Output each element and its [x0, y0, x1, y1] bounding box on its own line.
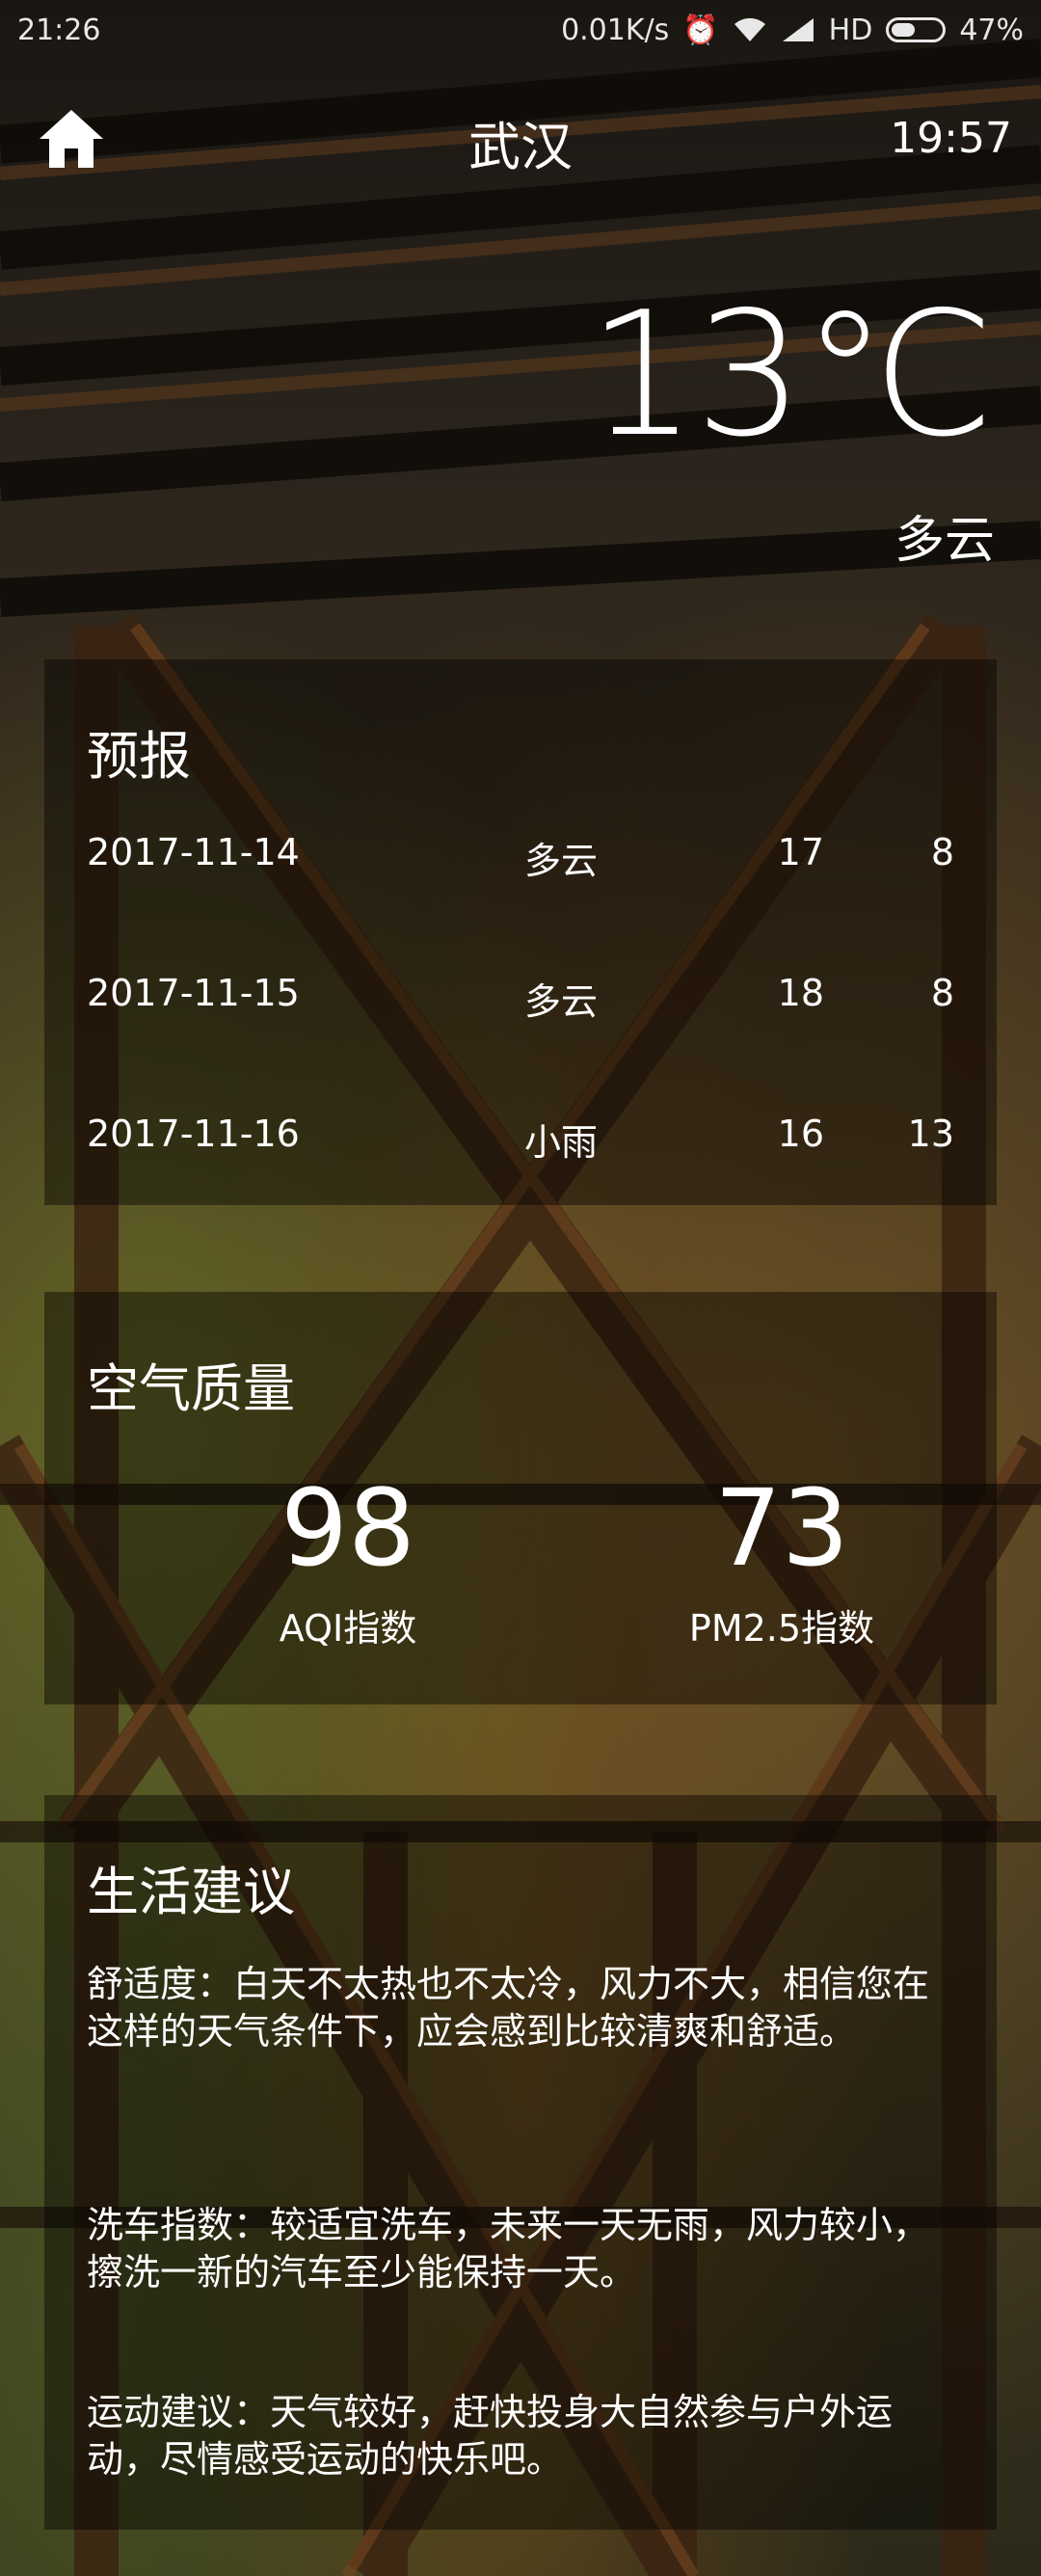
network-type: HD	[828, 13, 873, 47]
suggestion-panel: 生活建议 舒适度：白天不太热也不太冷，风力不大，相信您在这样的天气条件下，应会感…	[44, 1795, 997, 2530]
forecast-date: 2017-11-15	[87, 972, 300, 1014]
battery-fill	[892, 23, 916, 37]
wifi-icon	[734, 17, 765, 41]
pm25-label: PM2.5指数	[688, 1607, 875, 1650]
current-condition: 多云	[894, 512, 995, 570]
status-time: 21:26	[17, 13, 101, 47]
forecast-row: 2017-11-15 多云 18 8	[87, 972, 954, 1030]
title-bar: 武汉 19:57	[0, 96, 1041, 183]
forecast-condition: 多云	[524, 980, 599, 1023]
aqi-value: 98	[280, 1466, 415, 1590]
forecast-max-temp: 16	[777, 1113, 824, 1155]
pm25-index: 73 PM2.5指数	[637, 1475, 926, 1651]
forecast-date: 2017-11-16	[87, 1113, 300, 1155]
aqi-panel: 空气质量 98 AQI指数 73 PM2.5指数	[44, 1292, 997, 1704]
car-wash-suggestion: 洗车指数：较适宜洗车，未来一天无雨，风力较小，擦洗一新的汽车至少能保持一天。	[87, 2204, 930, 2294]
comfort-suggestion: 舒适度：白天不太热也不太冷，风力不大，相信您在这样的天气条件下，应会感到比较清爽…	[87, 1963, 930, 2053]
forecast-date: 2017-11-14	[87, 831, 300, 873]
forecast-max-temp: 17	[777, 831, 824, 873]
alarm-icon: ⏰	[682, 13, 719, 47]
forecast-min-temp: 13	[907, 1113, 954, 1155]
forecast-title: 预报	[87, 726, 191, 787]
forecast-row: 2017-11-16 小雨 16 13	[87, 1113, 954, 1170]
forecast-min-temp: 8	[930, 831, 954, 873]
city-title: 武汉	[468, 117, 573, 177]
aqi-index: 98 AQI指数	[203, 1475, 493, 1651]
suggestion-title: 生活建议	[87, 1862, 295, 1922]
forecast-max-temp: 18	[777, 972, 824, 1014]
net-speed: 0.01K/s	[561, 13, 670, 47]
current-temperature: 13℃	[587, 275, 995, 474]
pm25-value: 73	[714, 1466, 849, 1590]
aqi-label: AQI指数	[279, 1607, 417, 1650]
forecast-condition: 小雨	[524, 1121, 599, 1164]
battery-icon	[886, 17, 947, 42]
forecast-min-temp: 8	[930, 972, 954, 1014]
update-time: 19:57	[890, 114, 1012, 163]
sport-suggestion: 运动建议：天气较好，赶快投身大自然参与户外运动，尽情感受运动的快乐吧。	[87, 2391, 894, 2481]
battery-percent: 47%	[959, 13, 1024, 47]
forecast-condition: 多云	[524, 840, 599, 882]
signal-icon	[782, 18, 814, 41]
aqi-title: 空气质量	[87, 1358, 295, 1419]
forecast-panel: 预报 2017-11-14 多云 17 8 2017-11-15 多云 18 8…	[44, 659, 997, 1205]
status-bar: 21:26 0.01K/s ⏰ HD 47%	[0, 0, 1041, 60]
status-icons: 0.01K/s ⏰ HD 47%	[561, 13, 1024, 47]
forecast-row: 2017-11-14 多云 17 8	[87, 831, 954, 889]
